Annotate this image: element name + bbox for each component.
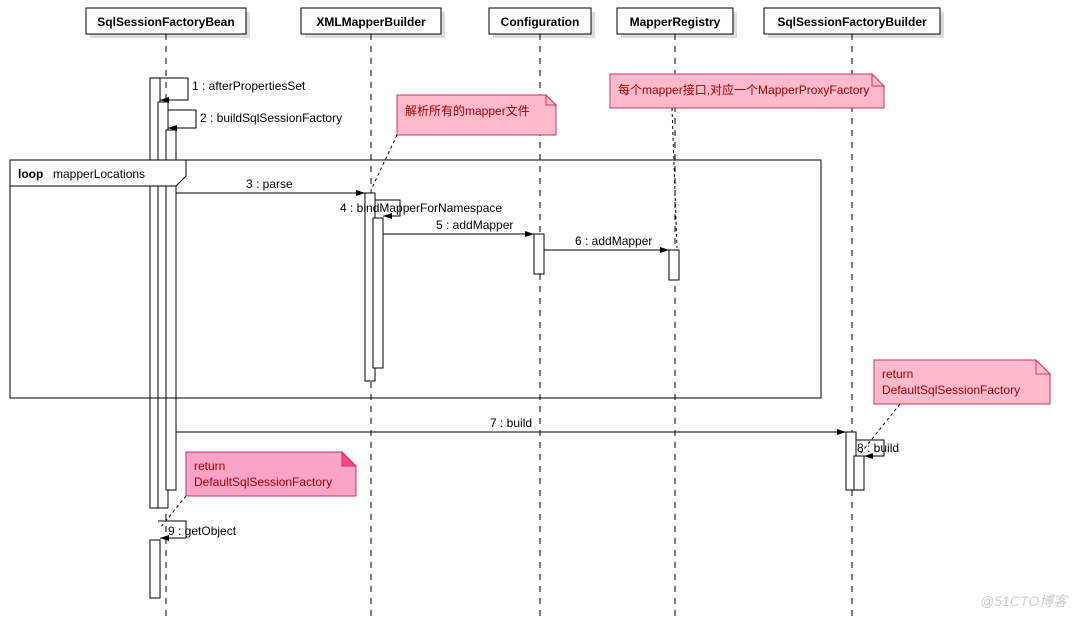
message-getObject: 9 : getObject <box>168 524 237 538</box>
loop-condition: mapperLocations <box>53 167 145 181</box>
message-afterPropertiesSet: 1 : afterPropertiesSet <box>192 79 306 93</box>
loop-keyword: loop <box>18 167 43 181</box>
message-arrow <box>160 78 188 100</box>
message-parse: 3 : parse <box>246 177 293 191</box>
note-parse-mapper-files: 解析所有的mapper文件 <box>397 95 556 135</box>
message-buildSqlSessionFactory: 2 : buildSqlSessionFactory <box>200 111 342 125</box>
svg-text:return: return <box>194 459 225 473</box>
svg-text:每个mapper接口,对应一个MapperProxyFact: 每个mapper接口,对应一个MapperProxyFactory <box>618 82 869 97</box>
activation-bar <box>150 540 160 598</box>
message-build-self: 8 : build <box>857 441 899 455</box>
participant-XMLMapperBuilder: XMLMapperBuilder <box>316 15 426 29</box>
message-bindMapperForNamespace: 4 : bindMapperForNamespace <box>340 201 502 215</box>
note-mapper-proxy-factory: 每个mapper接口,对应一个MapperProxyFactory <box>610 74 884 108</box>
note-return-right: return DefaultSqlSessionFactory <box>874 360 1050 404</box>
participant-MapperRegistry: MapperRegistry <box>630 15 721 29</box>
message-addMapper-config: 5 : addMapper <box>436 218 513 232</box>
note-connector <box>371 135 397 190</box>
activation-bar <box>373 218 383 368</box>
activation-bar <box>669 250 679 280</box>
sequence-diagram: SqlSessionFactoryBean XMLMapperBuilder C… <box>0 0 1077 622</box>
watermark: @51CTO博客 <box>980 593 1069 609</box>
message-build: 7 : build <box>490 416 532 430</box>
svg-text:DefaultSqlSessionFactory: DefaultSqlSessionFactory <box>194 475 332 489</box>
participant-Configuration: Configuration <box>501 15 580 29</box>
svg-text:return: return <box>882 367 913 381</box>
message-arrow <box>168 110 196 128</box>
message-addMapper-registry: 6 : addMapper <box>575 234 652 248</box>
note-return-left: return DefaultSqlSessionFactory <box>186 452 356 496</box>
activation-bar <box>534 234 544 274</box>
activation-bar <box>854 456 864 490</box>
svg-text:解析所有的mapper文件: 解析所有的mapper文件 <box>405 103 530 118</box>
participant-SqlSessionFactoryBuilder: SqlSessionFactoryBuilder <box>777 15 927 29</box>
participant-SqlSessionFactoryBean: SqlSessionFactoryBean <box>97 15 234 29</box>
loop-frame <box>10 160 821 398</box>
svg-text:DefaultSqlSessionFactory: DefaultSqlSessionFactory <box>882 383 1020 397</box>
